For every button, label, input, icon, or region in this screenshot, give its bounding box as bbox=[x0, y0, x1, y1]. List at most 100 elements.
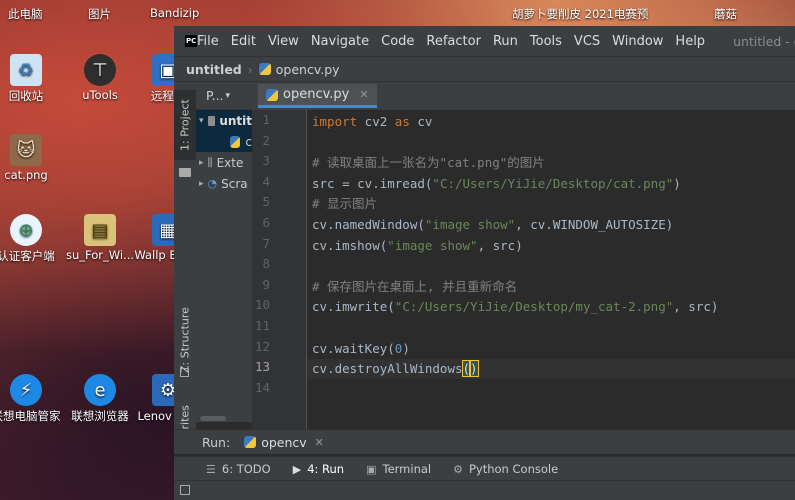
close-icon[interactable]: ✕ bbox=[315, 436, 324, 449]
code-line[interactable]: cv.imshow("image show", src) bbox=[312, 236, 523, 256]
tool-todo[interactable]: ☰ 6: TODO bbox=[206, 462, 271, 476]
code-token: src = cv.imread( bbox=[312, 175, 433, 191]
tool-label: 6: TODO bbox=[221, 462, 271, 476]
code-line[interactable]: import cv2 as cv bbox=[312, 112, 432, 132]
menu-tools[interactable]: Tools bbox=[530, 34, 562, 49]
desktop-label-bandizip[interactable]: Bandizip bbox=[150, 6, 199, 20]
menu-file[interactable]: File bbox=[197, 34, 219, 49]
code-line[interactable]: src = cv.imread("C:/Users/YiJie/Desktop/… bbox=[312, 174, 681, 194]
project-tree-row-root[interactable]: ▾ untit bbox=[196, 110, 252, 131]
code-line[interactable]: # 读取桌面上一张名为"cat.png"的图片 bbox=[312, 153, 545, 173]
desktop-icon-label: 认证客户端 bbox=[0, 249, 55, 263]
menu-window[interactable]: Window bbox=[612, 34, 663, 49]
menu-run[interactable]: Run bbox=[493, 34, 518, 49]
menu-view[interactable]: View bbox=[268, 34, 299, 49]
code-token: # 保存图片在桌面上, 并且重新命名 bbox=[312, 278, 518, 294]
desktop-icon-label: 联想电脑管家 bbox=[0, 409, 61, 423]
python-file-icon bbox=[266, 88, 278, 101]
desktop-icon-recycle-bin[interactable]: ♻ 回收站 bbox=[0, 54, 66, 104]
run-config-label[interactable]: opencv bbox=[261, 435, 306, 450]
tool-terminal[interactable]: ▣ Terminal bbox=[366, 462, 431, 476]
line-number[interactable]: 13 bbox=[255, 359, 270, 374]
image-file-icon: 🐱 bbox=[10, 134, 42, 166]
line-number[interactable]: 7 bbox=[262, 236, 270, 251]
line-number[interactable]: 4 bbox=[262, 174, 270, 189]
desktop-icon-auth-client[interactable]: ⊕ 认证客户端 bbox=[0, 214, 66, 264]
desktop-label-pictures[interactable]: 图片 bbox=[88, 6, 111, 22]
line-number[interactable]: 3 bbox=[262, 153, 270, 168]
line-number[interactable]: 1 bbox=[262, 112, 270, 127]
tool-tab-label: Z: Structure bbox=[178, 307, 192, 373]
code-token: cv bbox=[409, 114, 433, 129]
code-token: cv.imshow( bbox=[312, 237, 388, 253]
tool-run[interactable]: ▶ 4: Run bbox=[293, 462, 344, 476]
tool-python-console[interactable]: ⚙ Python Console bbox=[453, 462, 558, 476]
menu-edit[interactable]: Edit bbox=[231, 34, 256, 49]
code-line[interactable]: cv.imwrite("C:/Users/YiJie/Desktop/my_ca… bbox=[312, 297, 718, 317]
tree-label: Scra bbox=[221, 176, 248, 191]
tool-tab-project[interactable]: 1: Project bbox=[174, 90, 196, 160]
folder-icon bbox=[207, 115, 216, 126]
line-number[interactable]: 2 bbox=[262, 133, 270, 148]
breadcrumb-project[interactable]: untitled bbox=[186, 62, 242, 77]
project-tree-row-scratches[interactable]: ▸ ◔ Scra bbox=[196, 173, 252, 194]
code-token: import bbox=[312, 114, 358, 129]
horizontal-scrollbar[interactable] bbox=[200, 416, 226, 421]
breadcrumb: untitled › opencv.py bbox=[174, 56, 795, 82]
project-tree-row-file[interactable]: c bbox=[196, 131, 252, 152]
desktop-label-this-pc[interactable]: 此电脑 bbox=[8, 6, 43, 22]
run-icon: ▶ bbox=[292, 462, 302, 476]
project-tree-row-external-libs[interactable]: ▸ ⫼ Exte bbox=[196, 152, 252, 173]
line-number[interactable]: 11 bbox=[255, 318, 270, 333]
line-number[interactable]: 14 bbox=[255, 380, 270, 395]
layout-toggle-icon[interactable] bbox=[180, 485, 190, 495]
line-number[interactable]: 10 bbox=[255, 297, 270, 312]
code-line[interactable]: cv.destroyAllWindows() bbox=[312, 359, 479, 379]
close-icon[interactable]: ✕ bbox=[359, 88, 368, 101]
code-line[interactable]: cv.waitKey(0) bbox=[312, 339, 410, 359]
tool-tab-label: 1: Project bbox=[178, 99, 192, 151]
code-token: # 显示图片 bbox=[312, 196, 378, 212]
code-token: cv.imwrite( bbox=[312, 299, 395, 315]
code-token: "C:/Users/YiJie/Desktop/my_cat-2.png" bbox=[394, 299, 674, 315]
code-token: # 读取桌面上一张名为"cat.png"的图片 bbox=[312, 155, 545, 171]
project-panel-header[interactable]: P... ▾ bbox=[196, 82, 252, 110]
tree-label: c bbox=[245, 134, 252, 149]
desktop-icon-label: uTools bbox=[82, 88, 118, 102]
desktop-icon-label: su_For_Wi... bbox=[65, 248, 135, 262]
menu-vcs[interactable]: VCS bbox=[574, 34, 600, 49]
desktop-label-mushroom[interactable]: 蘑菇 bbox=[714, 6, 737, 22]
run-panel-header: Run: opencv ✕ bbox=[174, 429, 795, 454]
menu-navigate[interactable]: Navigate bbox=[311, 34, 369, 49]
code-area[interactable]: import cv2 as cv # 读取桌面上一张名为"cat.png"的图片 s… bbox=[312, 110, 795, 452]
menu-help[interactable]: Help bbox=[675, 34, 705, 49]
python-file-icon bbox=[230, 135, 241, 148]
chevron-right-icon: › bbox=[247, 61, 253, 77]
breadcrumb-file[interactable]: opencv.py bbox=[276, 62, 340, 77]
line-number[interactable]: 6 bbox=[262, 215, 270, 230]
line-number[interactable]: 8 bbox=[262, 256, 270, 271]
menu-code[interactable]: Code bbox=[381, 34, 414, 49]
desktop-label-folder[interactable]: 胡萝卜要削皮 2021电赛预 bbox=[512, 6, 648, 22]
desktop-icon-lenovo-manager[interactable]: ⚡ 联想电脑管家 bbox=[0, 374, 66, 424]
line-number[interactable]: 9 bbox=[262, 277, 270, 292]
desktop-icon-label: 回收站 bbox=[8, 89, 44, 103]
run-label: Run: bbox=[202, 434, 231, 450]
code-editor[interactable]: opencv.py ✕ 1 2 3 4 5 6 7 8 9 10 11 12 13 14 import c… bbox=[252, 82, 795, 452]
code-token: , src) bbox=[673, 299, 719, 315]
line-number[interactable]: 12 bbox=[255, 339, 270, 354]
editor-tab-bar: opencv.py ✕ bbox=[252, 82, 795, 110]
editor-tab-opencv[interactable]: opencv.py ✕ bbox=[258, 84, 377, 108]
python-console-icon: ⚙ bbox=[453, 462, 463, 476]
code-line[interactable]: # 保存图片在桌面上, 并且重新命名 bbox=[312, 277, 517, 297]
menu-refactor[interactable]: Refactor bbox=[426, 34, 481, 49]
desktop-icon-cat-png[interactable]: 🐱 cat.png bbox=[0, 134, 66, 182]
code-token: , src) bbox=[477, 237, 523, 253]
code-token: as bbox=[394, 114, 410, 129]
scratch-icon: ◔ bbox=[207, 177, 218, 190]
line-number[interactable]: 5 bbox=[262, 194, 270, 209]
code-line[interactable]: # 显示图片 bbox=[312, 194, 377, 214]
dropdown-arrow-icon: ▾ bbox=[225, 90, 231, 101]
window-title: untitled - ope bbox=[733, 33, 795, 49]
code-line[interactable]: cv.namedWindow("image show", cv.WINDOW_A… bbox=[312, 215, 673, 235]
